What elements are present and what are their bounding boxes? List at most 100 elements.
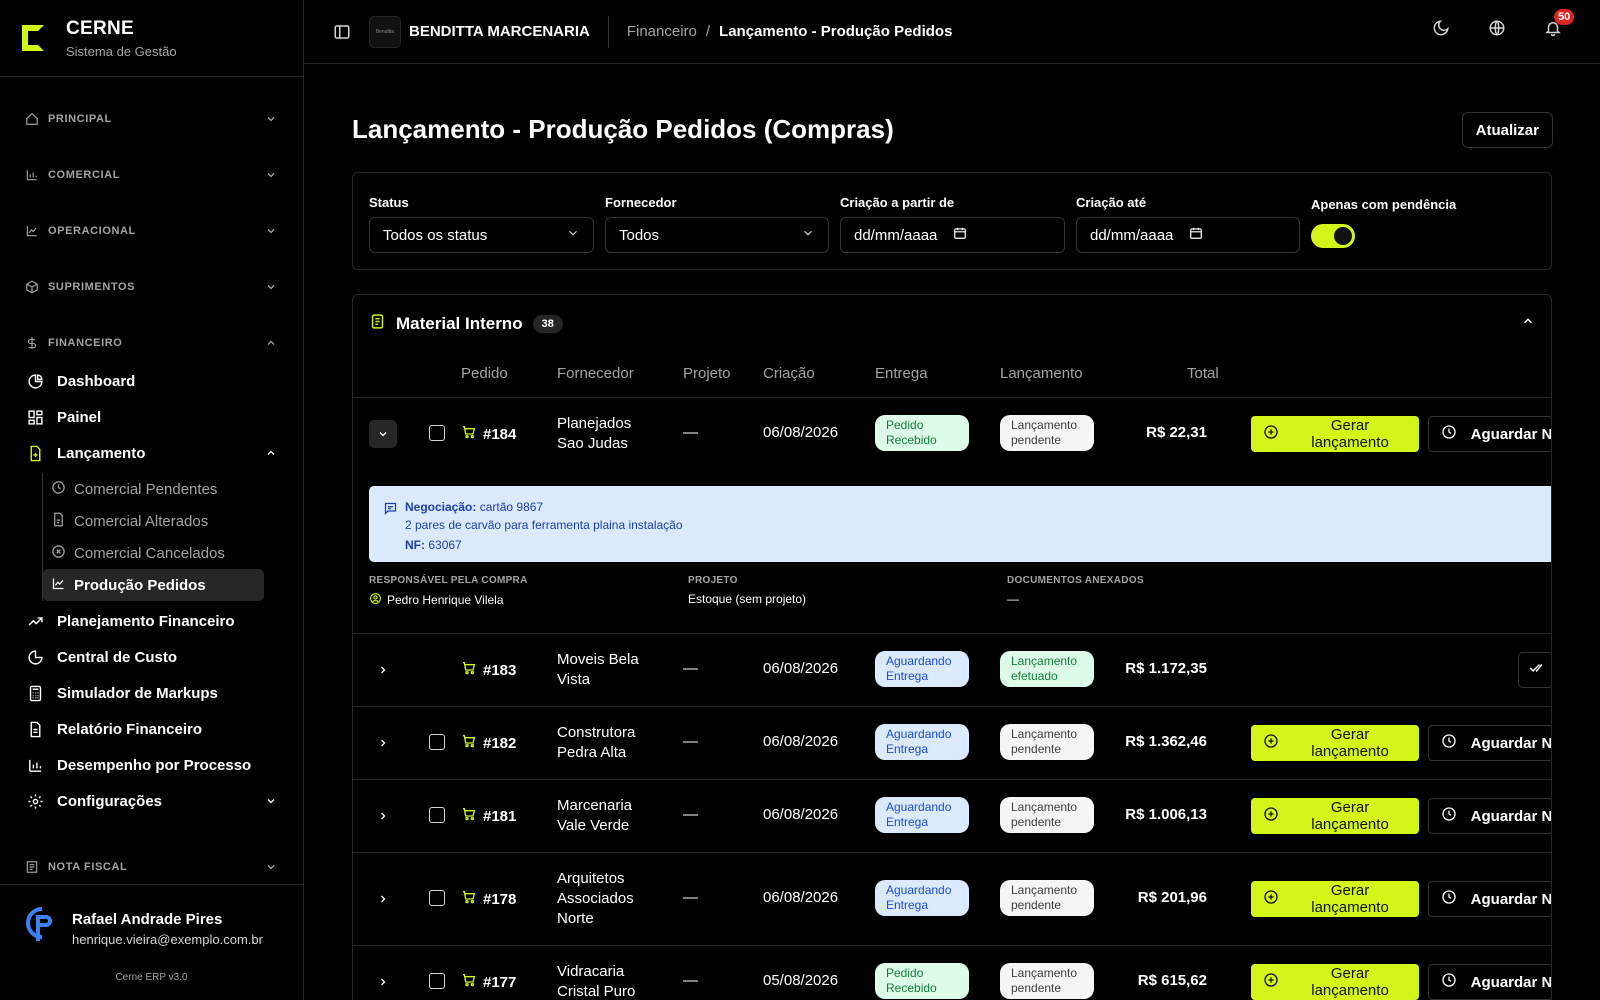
row-checkbox[interactable]: [429, 425, 445, 441]
chevron-right-icon[interactable]: [369, 656, 397, 684]
group-suprimentos[interactable]: SUPRIMENTOS: [24, 259, 277, 315]
check-check-icon: [1529, 661, 1543, 680]
pedido-number[interactable]: #178: [461, 889, 516, 909]
sidebar-subitem-comercial-alterados[interactable]: Comercial Alterados: [43, 505, 277, 537]
chevron-right-icon[interactable]: [369, 729, 397, 757]
sidebar-item-relatorio[interactable]: Relatório Financeiro: [24, 711, 277, 747]
sidebar-item-central-custo[interactable]: Central de Custo: [24, 639, 277, 675]
criacao-de-input[interactable]: dd/mm/aaaa: [840, 217, 1065, 253]
badge-line: Lançamento: [1011, 418, 1078, 432]
section-header[interactable]: Material Interno 38: [353, 295, 1551, 352]
fornecedor-line: Marcenaria: [557, 797, 633, 814]
globe-icon[interactable]: [1488, 19, 1506, 37]
projeto-cell: —: [683, 889, 698, 906]
moon-icon[interactable]: [1432, 19, 1450, 37]
sidebar-item-dashboard[interactable]: Dashboard: [24, 363, 277, 399]
sidebar-item-configuracoes[interactable]: Configurações: [24, 783, 277, 819]
sidebar-item-desempenho[interactable]: Desempenho por Processo: [24, 747, 277, 783]
button-label: Aguardar N: [1470, 890, 1552, 908]
group-label: FINANCEIRO: [48, 337, 123, 349]
sidebar-item-label: Central de Custo: [57, 648, 178, 666]
calendar-icon[interactable]: [1189, 226, 1203, 244]
sidebar-item-lancamento[interactable]: Lançamento: [24, 435, 277, 471]
gerar-lancamento-button[interactable]: Gerar lançamento: [1251, 798, 1420, 834]
group-principal[interactable]: PRINCIPAL: [24, 91, 277, 147]
status-select[interactable]: Todos os status: [369, 217, 594, 253]
group-operacional[interactable]: OPERACIONAL: [24, 203, 277, 259]
chevron-down-icon: [265, 281, 277, 293]
aguardar-button[interactable]: Aguardar N: [1427, 798, 1551, 834]
company-logo: Benditta: [369, 15, 401, 48]
sidebar-item-planejamento[interactable]: Planejamento Financeiro: [24, 603, 277, 639]
aguardar-button[interactable]: Aguardar N: [1427, 725, 1551, 761]
row-expand[interactable]: [369, 968, 397, 996]
check-done-button[interactable]: [1518, 652, 1551, 688]
pie-chart-icon: [27, 373, 44, 390]
chevron-down-icon: [801, 226, 815, 244]
row-expand[interactable]: [369, 656, 397, 684]
group-label: COMERCIAL: [48, 169, 121, 181]
pedido-number[interactable]: #183: [461, 660, 516, 680]
badge-line: Lançamento: [1011, 654, 1078, 668]
chevron-right-icon[interactable]: [369, 885, 397, 913]
package-icon: [24, 279, 40, 295]
sidebar-subitem-comercial-cancelados[interactable]: Comercial Cancelados: [43, 537, 277, 569]
trending-up-icon: [27, 613, 44, 630]
chevron-right-icon[interactable]: [369, 802, 397, 830]
group-comercial[interactable]: COMERCIAL: [24, 147, 277, 203]
aguardar-button[interactable]: Aguardar N: [1427, 416, 1551, 452]
checkbox-box: [429, 807, 445, 823]
pedido-number[interactable]: #182: [461, 733, 516, 753]
status-badge: Aguardando Entrega: [875, 724, 969, 760]
aguardar-button[interactable]: Aguardar N: [1427, 881, 1552, 917]
row-checkbox[interactable]: [429, 890, 445, 906]
sidebar-item-simulador[interactable]: Simulador de Markups: [24, 675, 277, 711]
chevron-down-icon[interactable]: [369, 420, 397, 448]
gerar-lancamento-button[interactable]: Gerar lançamento: [1251, 725, 1420, 761]
gerar-lancamento-button[interactable]: Gerar lançamento: [1251, 881, 1420, 917]
company-name[interactable]: BENDITTA MARCENARIA: [409, 23, 590, 40]
row-checkbox[interactable]: [429, 807, 445, 823]
refresh-button[interactable]: Atualizar: [1461, 112, 1553, 148]
bell-icon[interactable]: 50: [1544, 9, 1575, 37]
gerar-lancamento-button[interactable]: Gerar lançamento: [1251, 964, 1420, 1000]
breadcrumb-item[interactable]: Financeiro: [627, 23, 697, 40]
dollar-icon: [24, 335, 40, 351]
sidebar-subitem-producao-pedidos[interactable]: Produção Pedidos: [43, 569, 264, 601]
meta-label: PROJETO: [688, 575, 738, 586]
toggle-knob: [1334, 227, 1352, 245]
notification-badge: 50: [1554, 9, 1575, 25]
sidebar-subitem-comercial-pendentes[interactable]: Comercial Pendentes: [43, 473, 277, 505]
plus-circle-icon: [1263, 733, 1279, 753]
calendar-icon[interactable]: [953, 226, 967, 244]
chevron-right-icon[interactable]: [369, 968, 397, 996]
gerar-lancamento-button[interactable]: Gerar lançamento: [1251, 416, 1420, 452]
brand[interactable]: CERNE Sistema de Gestão: [0, 0, 303, 77]
negotiation-label: Negociação:: [405, 500, 477, 514]
aguardar-button[interactable]: Aguardar N: [1427, 964, 1551, 1000]
table-row: #183 Moveis Bela Vista — 06/08/2026 Aguar…: [353, 633, 1551, 706]
criacao-ate-input[interactable]: dd/mm/aaaa: [1076, 217, 1300, 253]
file-plus-icon: [27, 445, 44, 462]
user-profile[interactable]: Rafael Andrade Pires henrique.vieira@exe…: [0, 885, 303, 950]
row-checkbox[interactable]: [429, 734, 445, 750]
pedido-number[interactable]: #184: [461, 424, 516, 444]
criacao-cell: 06/08/2026: [763, 424, 839, 441]
row-detail: Negociação: cartão 9867 2 pares de carvã…: [353, 470, 1551, 634]
negotiation-description: 2 pares de carvão para ferramenta plaina…: [405, 518, 683, 532]
pendencia-toggle[interactable]: [1311, 224, 1355, 248]
row-expand[interactable]: [369, 885, 397, 913]
pedido-number[interactable]: #181: [461, 806, 516, 826]
group-label: PRINCIPAL: [48, 113, 112, 125]
date-placeholder: dd/mm/aaaa: [854, 226, 938, 244]
row-expand[interactable]: [369, 420, 397, 448]
pedido-number[interactable]: #177: [461, 972, 516, 992]
row-checkbox[interactable]: [429, 973, 445, 989]
sidebar-item-painel[interactable]: Painel: [24, 399, 277, 435]
chevron-up-icon[interactable]: [1521, 314, 1535, 333]
row-expand[interactable]: [369, 729, 397, 757]
row-expand[interactable]: [369, 802, 397, 830]
nf-label: NF:: [405, 538, 425, 552]
sidebar-toggle-icon[interactable]: [333, 23, 351, 41]
fornecedor-select[interactable]: Todos: [605, 217, 829, 253]
